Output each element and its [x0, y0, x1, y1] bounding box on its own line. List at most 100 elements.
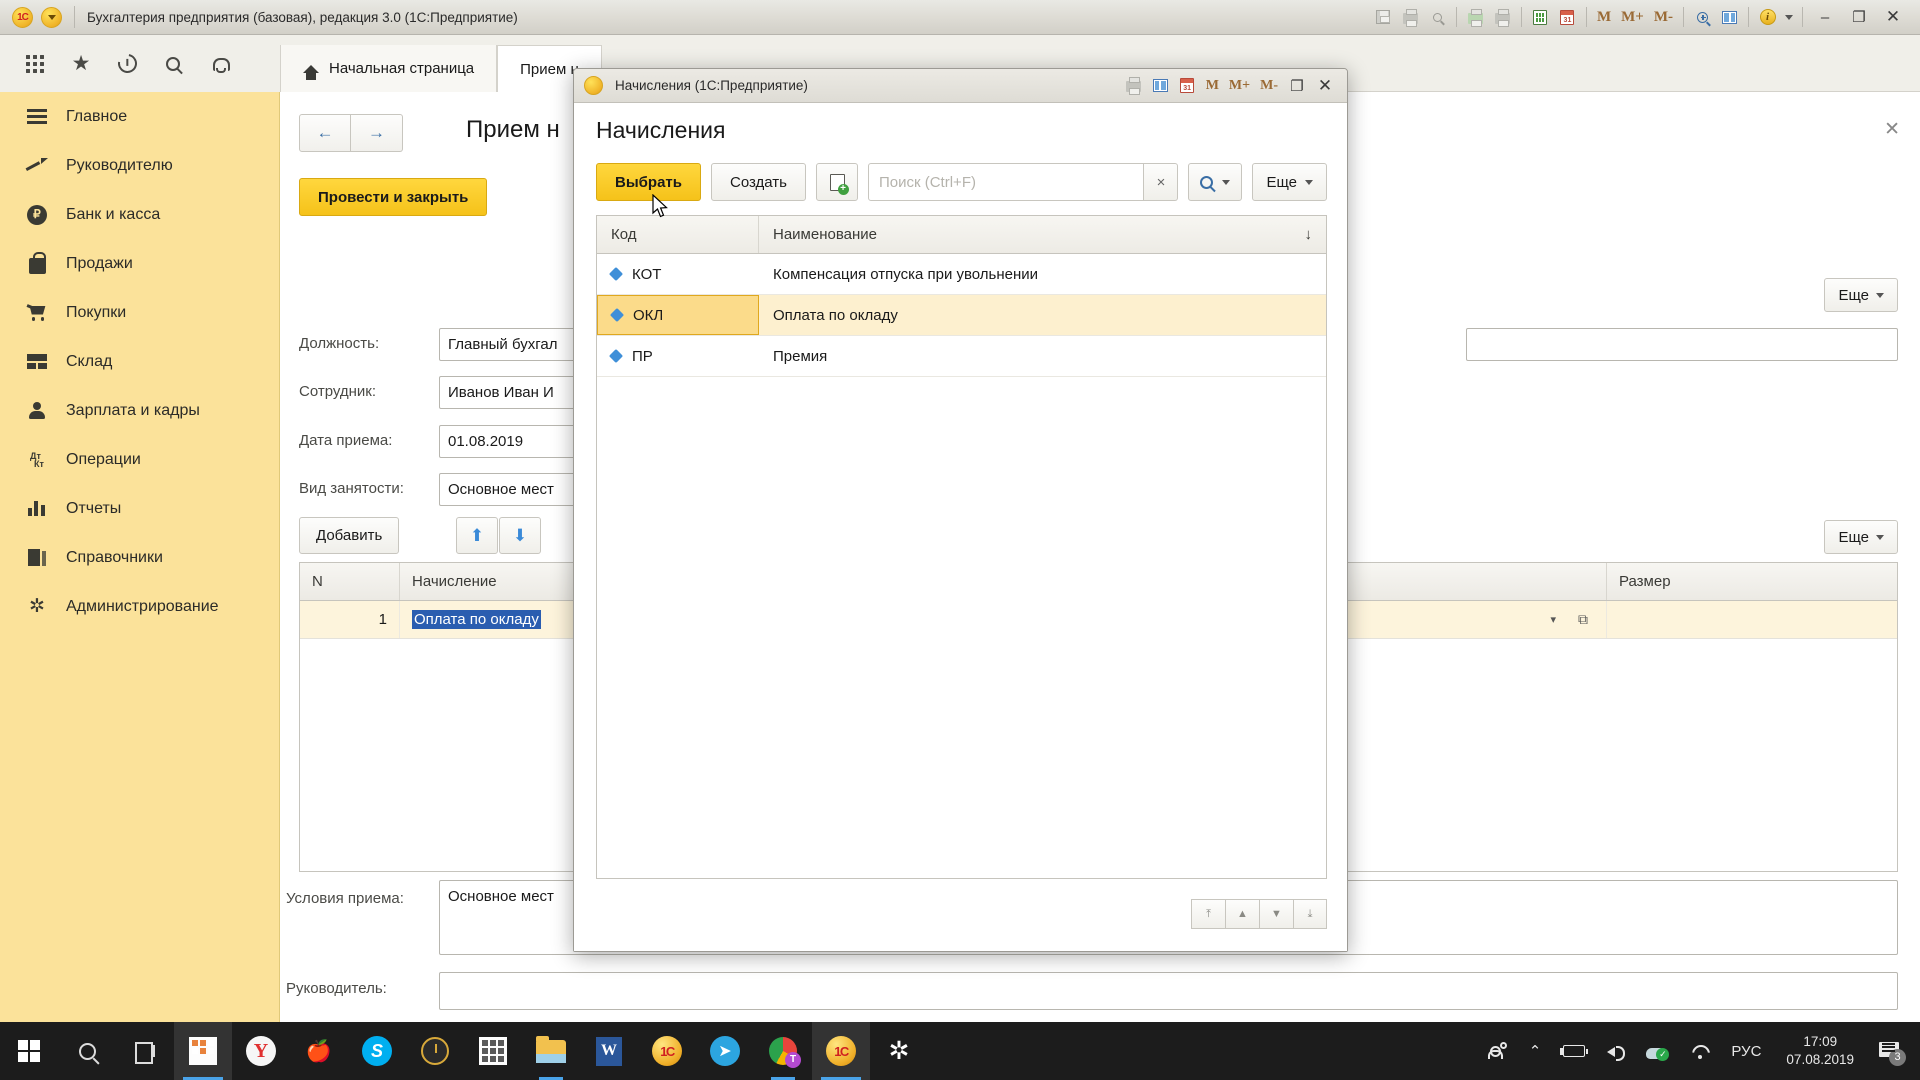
list-col-code[interactable]: Код — [597, 216, 759, 253]
chevron-down-icon[interactable]: ▾ — [1550, 613, 1556, 626]
memory-recall-button[interactable]: M — [1592, 9, 1616, 26]
open-form-icon[interactable]: ⧉ — [1578, 611, 1588, 628]
save-icon[interactable] — [1370, 4, 1397, 30]
notifications-button[interactable]: 3 — [1868, 1022, 1912, 1080]
taskbar-app-1c-pinned[interactable] — [174, 1022, 232, 1080]
history-icon[interactable] — [106, 43, 148, 85]
taskbar-app-apple[interactable]: 🍎 — [290, 1022, 348, 1080]
close-icon[interactable]: ✕ — [1884, 118, 1900, 141]
list-item[interactable]: ПР Премия — [597, 336, 1326, 377]
search-input[interactable]: Поиск (Ctrl+F) — [868, 163, 1145, 201]
more-button-grid[interactable]: Еще — [1824, 520, 1898, 554]
print-gray-icon[interactable] — [1489, 4, 1516, 30]
rukovoditel-field[interactable] — [439, 972, 1898, 1010]
dolzhnost-extra-field[interactable] — [1466, 328, 1898, 361]
cell-razmer[interactable] — [1607, 601, 1897, 638]
memory-subtract-button[interactable]: M- — [1649, 9, 1678, 26]
notifications-bell-icon[interactable] — [198, 43, 240, 85]
sidebar-item-glavnoe[interactable]: Главное — [0, 92, 279, 141]
more-button-top[interactable]: Еще — [1824, 278, 1898, 312]
people-icon[interactable] — [1478, 1022, 1518, 1080]
taskbar-app-settings[interactable]: ✲ — [870, 1022, 928, 1080]
close-button[interactable]: ✕ — [1876, 0, 1910, 35]
favorites-star-icon[interactable]: ★ — [60, 43, 102, 85]
taskbar-search-button[interactable] — [58, 1022, 116, 1080]
scroll-down-button[interactable]: ▼ — [1259, 899, 1293, 929]
list-item[interactable]: КОТ Компенсация отпуска при увольнении — [597, 254, 1326, 295]
search-icon[interactable] — [152, 43, 194, 85]
info-caret-icon[interactable] — [1781, 4, 1797, 30]
sidebar-item-sklad[interactable]: Склад — [0, 337, 279, 386]
select-button[interactable]: Выбрать — [596, 163, 701, 201]
info-icon[interactable]: i — [1754, 4, 1781, 30]
field-label-sotrudnik: Сотрудник: — [299, 383, 377, 400]
app-menu-caret-icon[interactable] — [41, 6, 62, 28]
sidebar-item-zarplata-i-kadry[interactable]: Зарплата и кадры — [0, 386, 279, 435]
calendar-icon[interactable]: 31 — [1174, 73, 1201, 99]
cell-nachislenie[interactable]: Оплата по окладу — [412, 610, 541, 629]
task-view-button[interactable] — [116, 1022, 174, 1080]
scroll-top-button[interactable]: ⤒ — [1191, 899, 1225, 929]
sidebar-item-administrirovanie[interactable]: ✲ Администрирование — [0, 582, 279, 631]
taskbar-app-calculator[interactable] — [464, 1022, 522, 1080]
back-button[interactable]: ← — [299, 114, 351, 152]
print-preview-icon[interactable] — [1424, 4, 1451, 30]
taskbar-app-telegram[interactable]: ➤ — [696, 1022, 754, 1080]
taskbar-app-explorer[interactable] — [522, 1022, 580, 1080]
modal-restore-button[interactable]: ❐ — [1283, 71, 1311, 101]
memory-add-button[interactable]: M+ — [1224, 78, 1255, 94]
taskbar-app-yandex[interactable]: Y — [232, 1022, 290, 1080]
sidebar-item-otchety[interactable]: Отчеты — [0, 484, 279, 533]
scroll-up-button[interactable]: ▲ — [1225, 899, 1259, 929]
forward-button[interactable]: → — [351, 114, 403, 152]
move-down-button[interactable]: ⬇ — [499, 517, 541, 554]
memory-add-button[interactable]: M+ — [1616, 9, 1649, 26]
sidebar-item-operacii[interactable]: Дт Кт Операции — [0, 435, 279, 484]
post-and-close-button[interactable]: Провести и закрыть — [299, 178, 488, 216]
sidebar-item-pokupki[interactable]: Покупки — [0, 288, 279, 337]
link-export-icon[interactable] — [1462, 4, 1489, 30]
move-up-button[interactable]: ⬆ — [456, 517, 498, 554]
print-icon[interactable] — [1120, 73, 1147, 99]
taskbar-app-skype[interactable]: S — [348, 1022, 406, 1080]
add-row-button[interactable]: Добавить — [299, 517, 400, 554]
create-button[interactable]: Создать — [710, 163, 806, 201]
sidebar-item-rukovoditelyu[interactable]: Руководителю — [0, 141, 279, 190]
zoom-icon[interactable] — [1689, 4, 1716, 30]
sidebar-item-bank-i-kassa[interactable]: ₽ Банк и касса — [0, 190, 279, 239]
apps-grid-icon[interactable] — [14, 43, 56, 85]
taskbar-app-word[interactable]: W — [580, 1022, 638, 1080]
clock[interactable]: 17:09 07.08.2019 — [1772, 1022, 1868, 1080]
print-icon[interactable] — [1397, 4, 1424, 30]
modal-close-button[interactable]: ✕ — [1311, 71, 1339, 101]
memory-recall-button[interactable]: M — [1201, 78, 1224, 94]
list-col-name[interactable]: Наименование ↓ — [759, 216, 1326, 253]
clear-search-icon[interactable]: × — [1144, 163, 1179, 201]
new-document-icon[interactable] — [816, 163, 858, 201]
minimize-button[interactable]: – — [1808, 0, 1842, 35]
start-button[interactable] — [0, 1022, 58, 1080]
taskbar-app-1c-2[interactable]: 1С — [638, 1022, 696, 1080]
battery-icon[interactable] — [1552, 1022, 1596, 1080]
taskbar-app-1c-3[interactable]: 1С — [812, 1022, 870, 1080]
tab-home[interactable]: Начальная страница — [280, 45, 498, 92]
language-indicator[interactable]: РУС — [1720, 1022, 1772, 1080]
sidebar-item-prodazhi[interactable]: Продажи — [0, 239, 279, 288]
more-button-modal[interactable]: Еще — [1252, 163, 1327, 201]
panel-icon[interactable] — [1716, 4, 1743, 30]
show-hidden-icons-chevron[interactable]: ⌃ — [1518, 1022, 1553, 1080]
onedrive-icon[interactable] — [1635, 1022, 1679, 1080]
memory-subtract-button[interactable]: M- — [1255, 78, 1283, 94]
scroll-bottom-button[interactable]: ⤓ — [1293, 899, 1327, 929]
taskbar-app-clock[interactable] — [406, 1022, 464, 1080]
restore-button[interactable]: ❐ — [1842, 0, 1876, 35]
taskbar-app-chrome[interactable] — [754, 1022, 812, 1080]
calendar-icon[interactable]: 31 — [1554, 4, 1581, 30]
volume-icon[interactable] — [1596, 1022, 1635, 1080]
sidebar-item-spravochniki[interactable]: Справочники — [0, 533, 279, 582]
search-dropdown-button[interactable] — [1188, 163, 1243, 201]
list-item[interactable]: ОКЛ Оплата по окладу — [597, 295, 1326, 336]
calculator-icon[interactable] — [1527, 4, 1554, 30]
wifi-icon[interactable] — [1679, 1022, 1720, 1080]
panel-icon[interactable] — [1147, 73, 1174, 99]
